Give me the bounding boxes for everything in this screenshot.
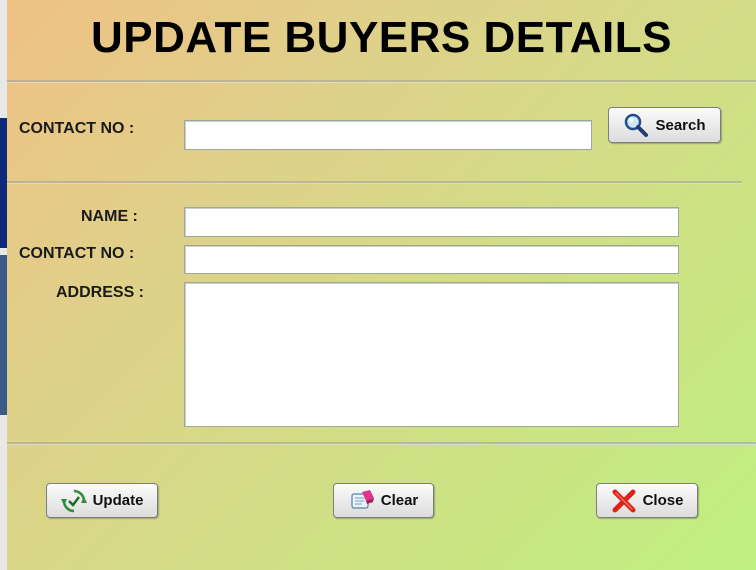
search-contact-field[interactable] bbox=[184, 120, 592, 150]
update-button-label: Update bbox=[92, 492, 144, 509]
update-button[interactable]: Update bbox=[46, 483, 158, 518]
refresh-check-icon bbox=[60, 488, 87, 514]
name-field[interactable] bbox=[184, 207, 679, 237]
search-contact-input[interactable] bbox=[185, 121, 591, 149]
red-x-icon bbox=[611, 488, 637, 514]
eraser-icon bbox=[349, 488, 375, 514]
page-title: UPDATE BUYERS DETAILS bbox=[91, 13, 672, 62]
contact-label: CONTACT NO : bbox=[19, 245, 135, 262]
clear-button[interactable]: Clear bbox=[333, 483, 434, 518]
divider bbox=[7, 181, 742, 184]
search-button[interactable]: Search bbox=[608, 107, 721, 143]
close-button[interactable]: Close bbox=[596, 483, 698, 518]
search-button-label: Search bbox=[655, 116, 706, 134]
address-field[interactable] bbox=[184, 282, 679, 427]
name-input[interactable] bbox=[185, 208, 678, 236]
address-label: ADDRESS : bbox=[56, 284, 145, 301]
divider bbox=[7, 80, 756, 83]
divider bbox=[7, 442, 756, 445]
name-label: NAME : bbox=[81, 208, 138, 225]
update-buyers-panel: UPDATE BUYERS DETAILS CONTACT NO : Searc… bbox=[7, 0, 756, 570]
magnifier-icon bbox=[623, 112, 649, 138]
contact-input[interactable] bbox=[185, 246, 678, 273]
address-textarea[interactable] bbox=[185, 283, 678, 426]
close-button-label: Close bbox=[642, 492, 684, 509]
clear-button-label: Clear bbox=[380, 492, 419, 509]
search-contact-label: CONTACT NO : bbox=[19, 120, 135, 137]
contact-field[interactable] bbox=[184, 245, 679, 274]
